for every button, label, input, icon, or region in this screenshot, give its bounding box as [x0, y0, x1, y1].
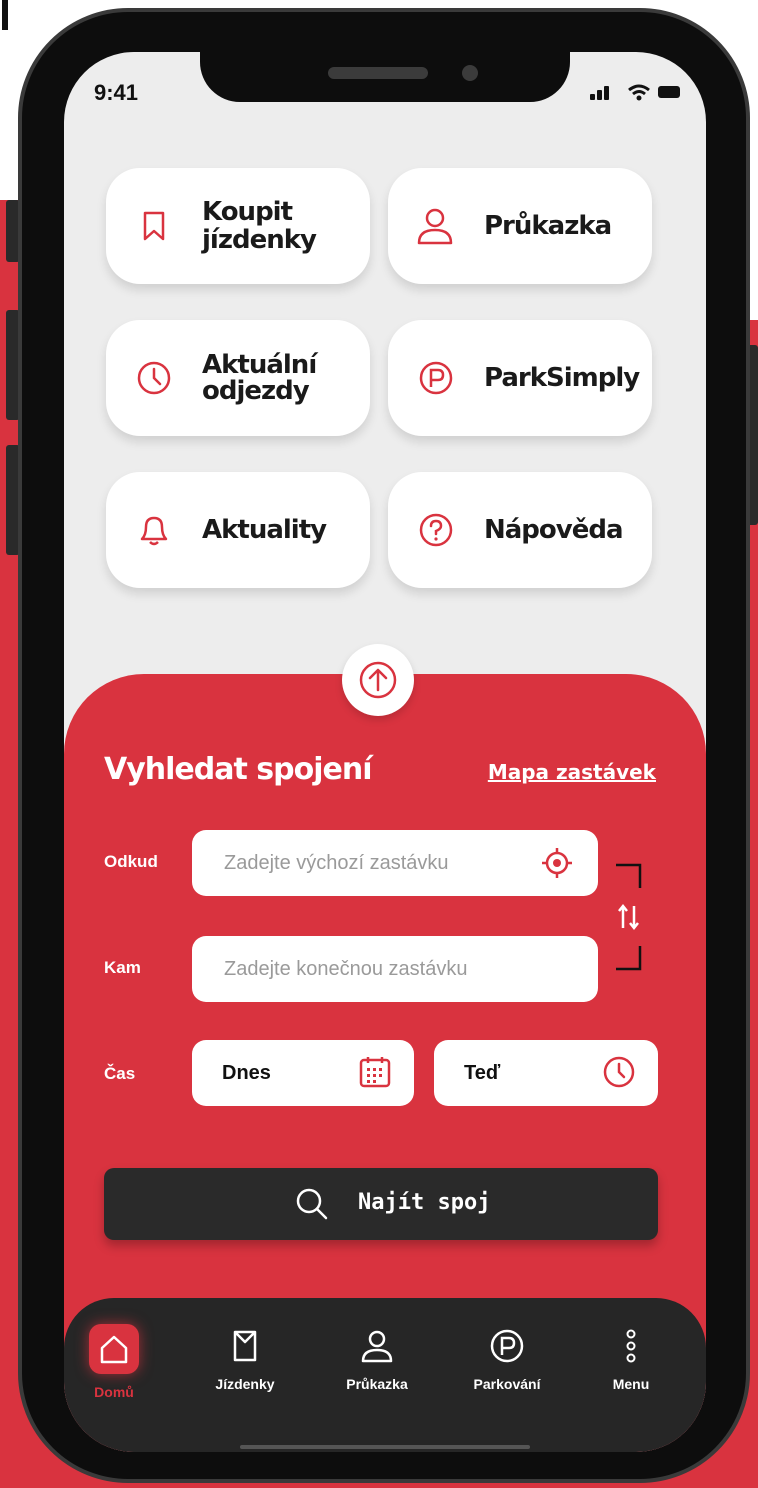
parking-icon — [490, 1329, 524, 1363]
calendar-icon — [359, 1057, 391, 1088]
find-connection-button[interactable]: Najít spoj — [104, 1168, 658, 1240]
nav-item-pass[interactable]: Průkazka — [322, 1328, 432, 1392]
arrow-up-circle-icon — [359, 661, 397, 699]
search-icon — [296, 1188, 328, 1220]
bottom-navigation: Domů Jízdenky Průkazka Parkování Menu — [64, 1298, 706, 1452]
nav-label: Parkování — [473, 1376, 541, 1392]
tile-label: Aktuální odjezdy — [202, 350, 317, 406]
more-vertical-icon — [626, 1329, 636, 1363]
search-title: Vyhledat spojení — [104, 752, 372, 787]
date-select[interactable]: Dnes — [192, 1040, 414, 1106]
status-icons — [590, 82, 680, 102]
nav-item-tickets[interactable]: Jízdenky — [190, 1328, 300, 1392]
locate-icon[interactable] — [540, 846, 574, 880]
bookmark-icon — [143, 211, 165, 241]
stops-map-link[interactable]: Mapa zastávek — [488, 760, 656, 784]
battery-icon — [658, 86, 680, 98]
expand-panel-button[interactable] — [342, 644, 414, 716]
signal-bar — [597, 90, 602, 100]
tile-label: Aktuality — [202, 515, 327, 545]
nav-item-menu[interactable]: Menu — [576, 1328, 686, 1392]
to-input[interactable] — [192, 936, 598, 1002]
tile-news[interactable]: Aktuality — [106, 472, 370, 588]
ticket-icon — [233, 1330, 257, 1362]
app-screen: 9:41 Koupit jízdenky Průkazka Aktuální o… — [64, 52, 706, 1452]
corner-mark — [2, 0, 8, 30]
nav-item-parking[interactable]: Parkování — [452, 1328, 562, 1392]
find-button-label: Najít spoj — [358, 1190, 491, 1215]
nav-label: Domů — [94, 1384, 134, 1400]
nav-item-home[interactable]: Domů — [64, 1324, 169, 1400]
from-label: Odkud — [104, 852, 158, 871]
tile-pass[interactable]: Průkazka — [388, 168, 652, 284]
wifi-icon — [628, 84, 650, 101]
time-label: Čas — [104, 1064, 136, 1083]
time-value: Teď — [464, 1062, 501, 1084]
parking-icon — [419, 361, 453, 395]
to-label: Kam — [104, 958, 141, 977]
tile-departures[interactable]: Aktuální odjezdy — [106, 320, 370, 436]
signal-icon — [590, 94, 595, 100]
signal-bar — [604, 86, 609, 100]
person-icon — [417, 208, 453, 245]
help-icon — [419, 513, 453, 547]
tile-label: Průkazka — [484, 211, 612, 241]
phone-notch — [200, 52, 570, 102]
date-value: Dnes — [222, 1062, 271, 1084]
nav-label: Průkazka — [346, 1376, 408, 1392]
home-indicator — [240, 1445, 530, 1449]
clock-icon — [137, 361, 171, 395]
tile-label: Nápověda — [484, 515, 624, 545]
nav-label: Menu — [612, 1376, 650, 1392]
tile-buy-ticket[interactable]: Koupit jízdenky — [106, 168, 370, 284]
tile-label: Koupit jízdenky — [202, 197, 317, 255]
tile-parksimply[interactable]: ParkSimply — [388, 320, 652, 436]
clock-icon — [603, 1056, 635, 1088]
nav-label: Jízdenky — [215, 1376, 275, 1392]
front-camera — [462, 65, 478, 81]
home-icon — [100, 1335, 128, 1364]
person-icon — [361, 1330, 393, 1363]
tile-help[interactable]: Nápověda — [388, 472, 652, 588]
speaker-grille — [328, 67, 428, 79]
status-time: 9:41 — [94, 80, 139, 105]
home-button-bg — [89, 1324, 139, 1374]
bell-icon — [140, 516, 168, 546]
from-input[interactable] — [192, 830, 598, 896]
tile-label: ParkSimply — [484, 363, 640, 393]
swap-stops-button[interactable] — [612, 862, 646, 972]
time-select[interactable]: Teď — [434, 1040, 658, 1106]
